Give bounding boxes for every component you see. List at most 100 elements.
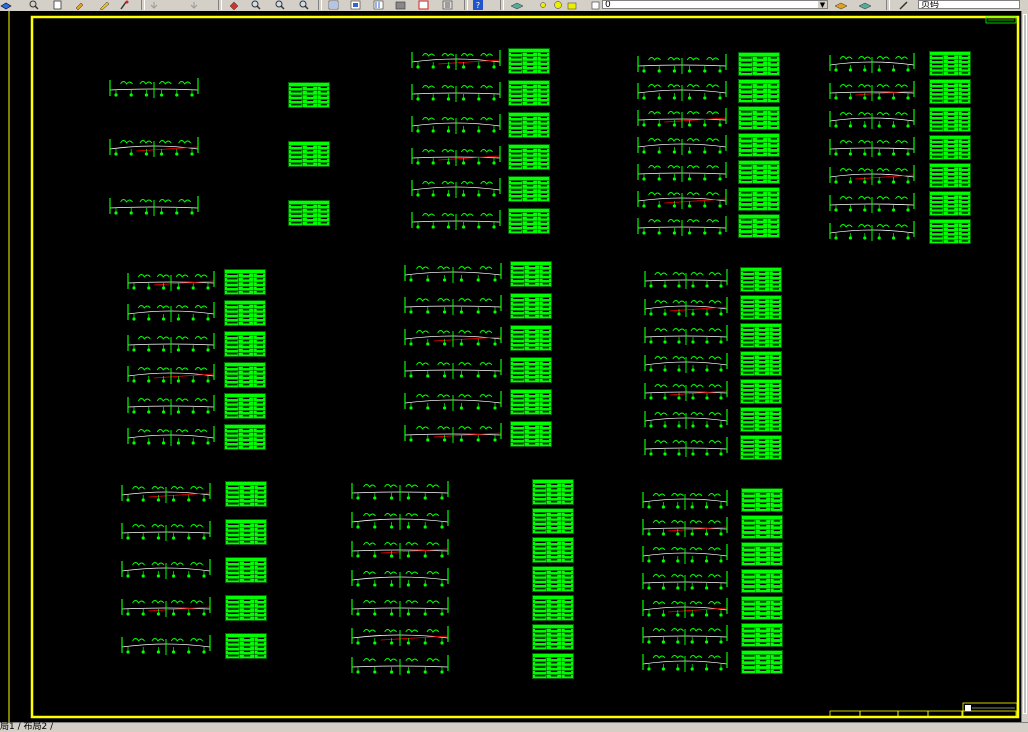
cross-section: [109, 196, 199, 216]
cross-section: [637, 54, 727, 74]
cross-section: [127, 302, 215, 322]
title-block: [829, 702, 1018, 718]
section-table: [532, 566, 574, 592]
cross-section: [642, 625, 728, 645]
layer-manager-icon[interactable]: [510, 0, 524, 10]
section-table: [288, 141, 330, 167]
text-style-icon[interactable]: [898, 0, 911, 10]
zoom-previous-icon[interactable]: [298, 0, 311, 10]
section-table: [740, 323, 782, 348]
cross-section: [121, 597, 211, 617]
help-icon[interactable]: ?: [472, 0, 485, 10]
scrollbar-thumb[interactable]: [1023, 14, 1027, 714]
vertical-scrollbar[interactable]: [1021, 11, 1028, 722]
section-table: [740, 351, 782, 376]
tool-palettes-icon[interactable]: [373, 0, 386, 10]
pencil-icon[interactable]: [98, 0, 111, 10]
cross-section: [644, 381, 728, 401]
match-properties-icon[interactable]: [74, 0, 87, 10]
section-table: [508, 144, 550, 170]
section-table: [532, 653, 574, 679]
cross-section: [637, 108, 727, 128]
chevron-down-icon[interactable]: ▼: [818, 1, 827, 8]
section-table: [741, 650, 783, 674]
redo-icon[interactable]: [188, 0, 201, 10]
cross-section: [411, 82, 501, 102]
cross-section: [644, 409, 728, 429]
layout-tabs-label[interactable]: 局1 / 布局2 /: [0, 723, 53, 732]
undo-icon[interactable]: [148, 0, 161, 10]
section-table: [288, 82, 330, 108]
section-table: [738, 133, 780, 157]
section-table: [929, 191, 971, 216]
cross-section: [637, 189, 727, 209]
cross-section: [109, 137, 199, 157]
section-table: [740, 379, 782, 404]
section-table: [225, 557, 267, 583]
cross-section: [637, 162, 727, 182]
layer-lock-icon[interactable]: [566, 0, 579, 10]
layer-freeze-icon[interactable]: [552, 0, 565, 10]
layer-combo[interactable]: 0 ▼: [602, 0, 828, 9]
section-table: [741, 542, 783, 566]
layer-isolate-icon[interactable]: [858, 0, 872, 10]
cross-section: [644, 437, 728, 457]
section-table: [740, 407, 782, 432]
cross-section: [404, 359, 502, 379]
section-table: [740, 295, 782, 320]
section-table: [738, 160, 780, 184]
section-table: [508, 80, 550, 106]
section-table: [510, 357, 552, 383]
cross-section: [127, 364, 215, 384]
cross-section: [404, 327, 502, 347]
section-table: [225, 481, 267, 507]
pan-icon[interactable]: [28, 0, 41, 10]
section-table: [224, 331, 266, 357]
cross-section: [644, 297, 728, 317]
layer-on-icon[interactable]: [538, 0, 551, 10]
cross-section: [642, 598, 728, 618]
cross-section: [642, 571, 728, 591]
cross-section: [411, 178, 501, 198]
section-table: [510, 325, 552, 351]
cross-section: [829, 165, 915, 185]
section-table: [929, 79, 971, 104]
layer-previous-icon[interactable]: [834, 0, 848, 10]
cad-drawing: [8, 11, 1020, 722]
cross-section: [637, 81, 727, 101]
cross-section: [644, 325, 728, 345]
cross-section: [642, 490, 728, 510]
properties-icon[interactable]: [328, 0, 341, 10]
sheet-set-icon[interactable]: [395, 0, 408, 10]
layer-states-icon[interactable]: [0, 0, 13, 10]
brush-icon[interactable]: [118, 0, 131, 10]
cross-section: [127, 395, 215, 415]
section-table: [508, 112, 550, 138]
cross-section: [351, 568, 449, 588]
section-table: [929, 163, 971, 188]
section-table: [738, 106, 780, 130]
section-table: [532, 508, 574, 534]
section-table: [224, 269, 266, 295]
calculator-icon[interactable]: [442, 0, 455, 10]
layout-tab-bar: 局1 / 布局2 /: [0, 722, 1028, 732]
cross-section: [411, 114, 501, 134]
markup-icon[interactable]: [418, 0, 431, 10]
section-table: [225, 633, 267, 659]
cross-section: [109, 78, 199, 98]
section-table: [288, 200, 330, 226]
realtime-pan-icon[interactable]: [228, 0, 241, 10]
zoom-window-icon[interactable]: [274, 0, 287, 10]
zoom-realtime-icon[interactable]: [250, 0, 263, 10]
cross-section: [351, 626, 449, 646]
cross-section: [411, 50, 501, 70]
drawing-canvas[interactable]: [0, 11, 1021, 722]
section-table: [929, 135, 971, 160]
design-center-icon[interactable]: [350, 0, 363, 10]
section-table: [738, 79, 780, 103]
copy-icon[interactable]: [52, 0, 65, 10]
section-table: [532, 595, 574, 621]
text-style-combo[interactable]: 页码: [918, 0, 1020, 9]
section-table: [740, 267, 782, 292]
cross-section: [351, 539, 449, 559]
